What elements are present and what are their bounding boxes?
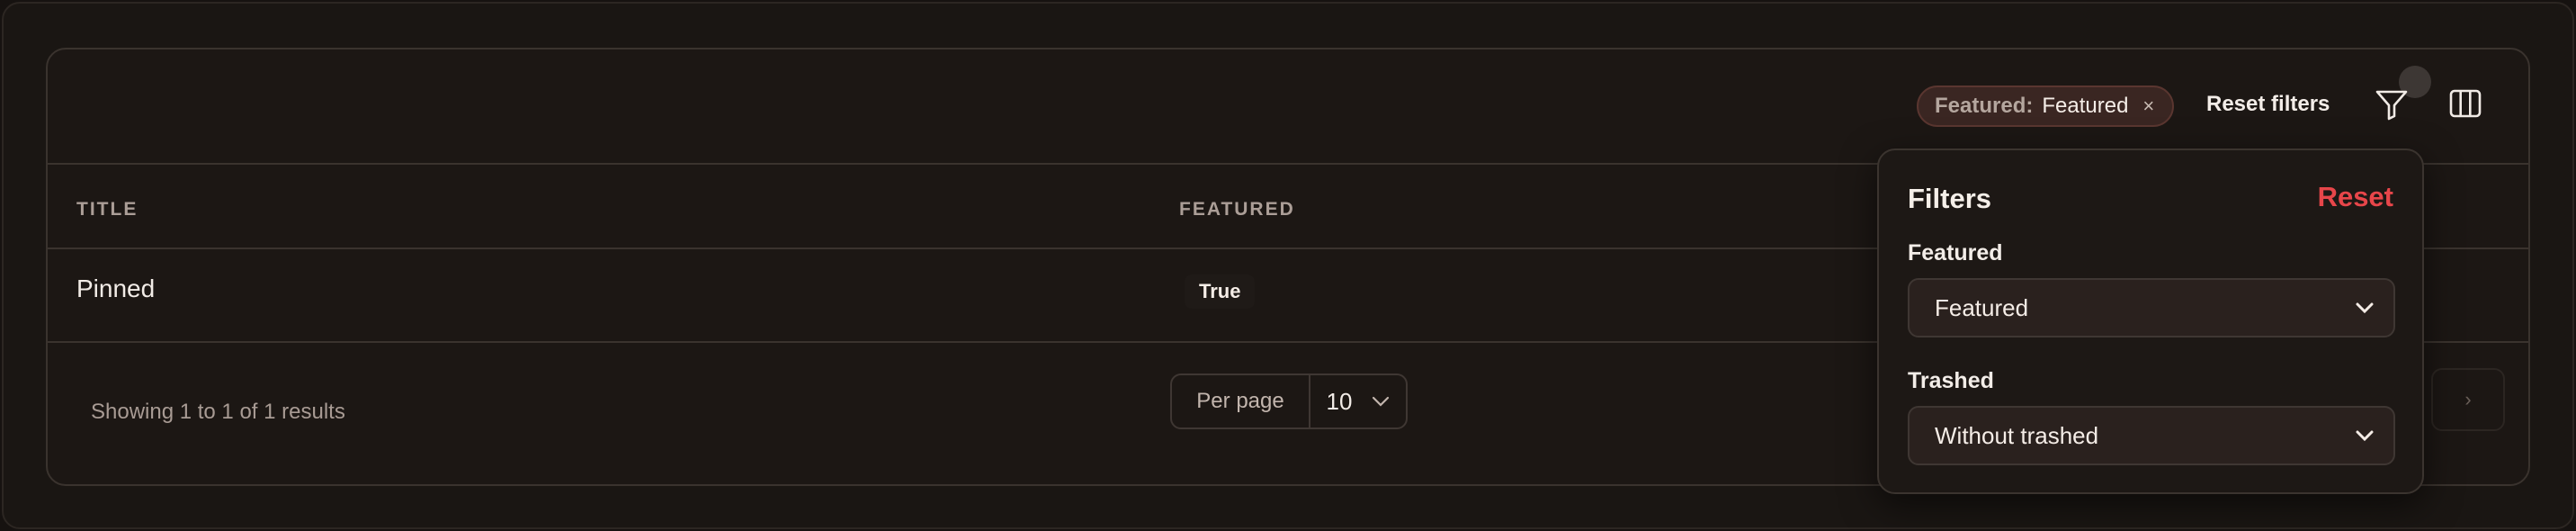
active-filter-chip: Featured: Featured × [1917,86,2174,127]
filters-reset-button[interactable]: Reset [2318,181,2393,213]
column-header-title[interactable]: Title [76,199,138,220]
trashed-filter-select[interactable]: Without trashed [1908,406,2395,465]
results-summary: Showing 1 to 1 of 1 results [91,400,345,424]
filter-chip-value: Featured [2042,94,2129,118]
per-page-number: 10 [1326,387,1353,415]
reset-filters-button[interactable]: Reset filters [2206,92,2330,117]
chevron-down-icon [2356,302,2374,313]
per-page-value[interactable]: 10 [1310,388,1406,416]
filters-dropdown-panel: Filters Reset Featured Featured Trashed … [1877,148,2424,494]
trashed-filter-label: Trashed [1908,368,1994,393]
filter-chip-key: Featured: [1935,94,2034,118]
filters-panel-title: Filters [1908,183,1992,214]
chevron-down-icon [1373,396,1390,407]
funnel-icon[interactable] [2372,84,2411,123]
cell-title: Pinned [76,274,156,302]
per-page-select[interactable]: Per page 10 [1170,374,1408,429]
next-page-button[interactable]: › [2431,368,2505,431]
trashed-filter-value: Without trashed [1935,421,2099,449]
featured-badge: True [1185,274,1256,309]
remove-filter-icon[interactable]: × [2142,94,2154,118]
column-header-featured[interactable]: Featured [1179,199,1295,220]
chevron-right-icon: › [2464,388,2472,410]
featured-filter-label: Featured [1908,240,2003,266]
chevron-down-icon [2356,430,2374,441]
per-page-label: Per page [1172,375,1310,428]
featured-filter-select[interactable]: Featured [1908,278,2395,338]
columns-icon[interactable] [2446,84,2485,123]
table-toolbar: Featured: Featured × Reset filters [48,50,2528,163]
featured-filter-value: Featured [1935,293,2029,321]
